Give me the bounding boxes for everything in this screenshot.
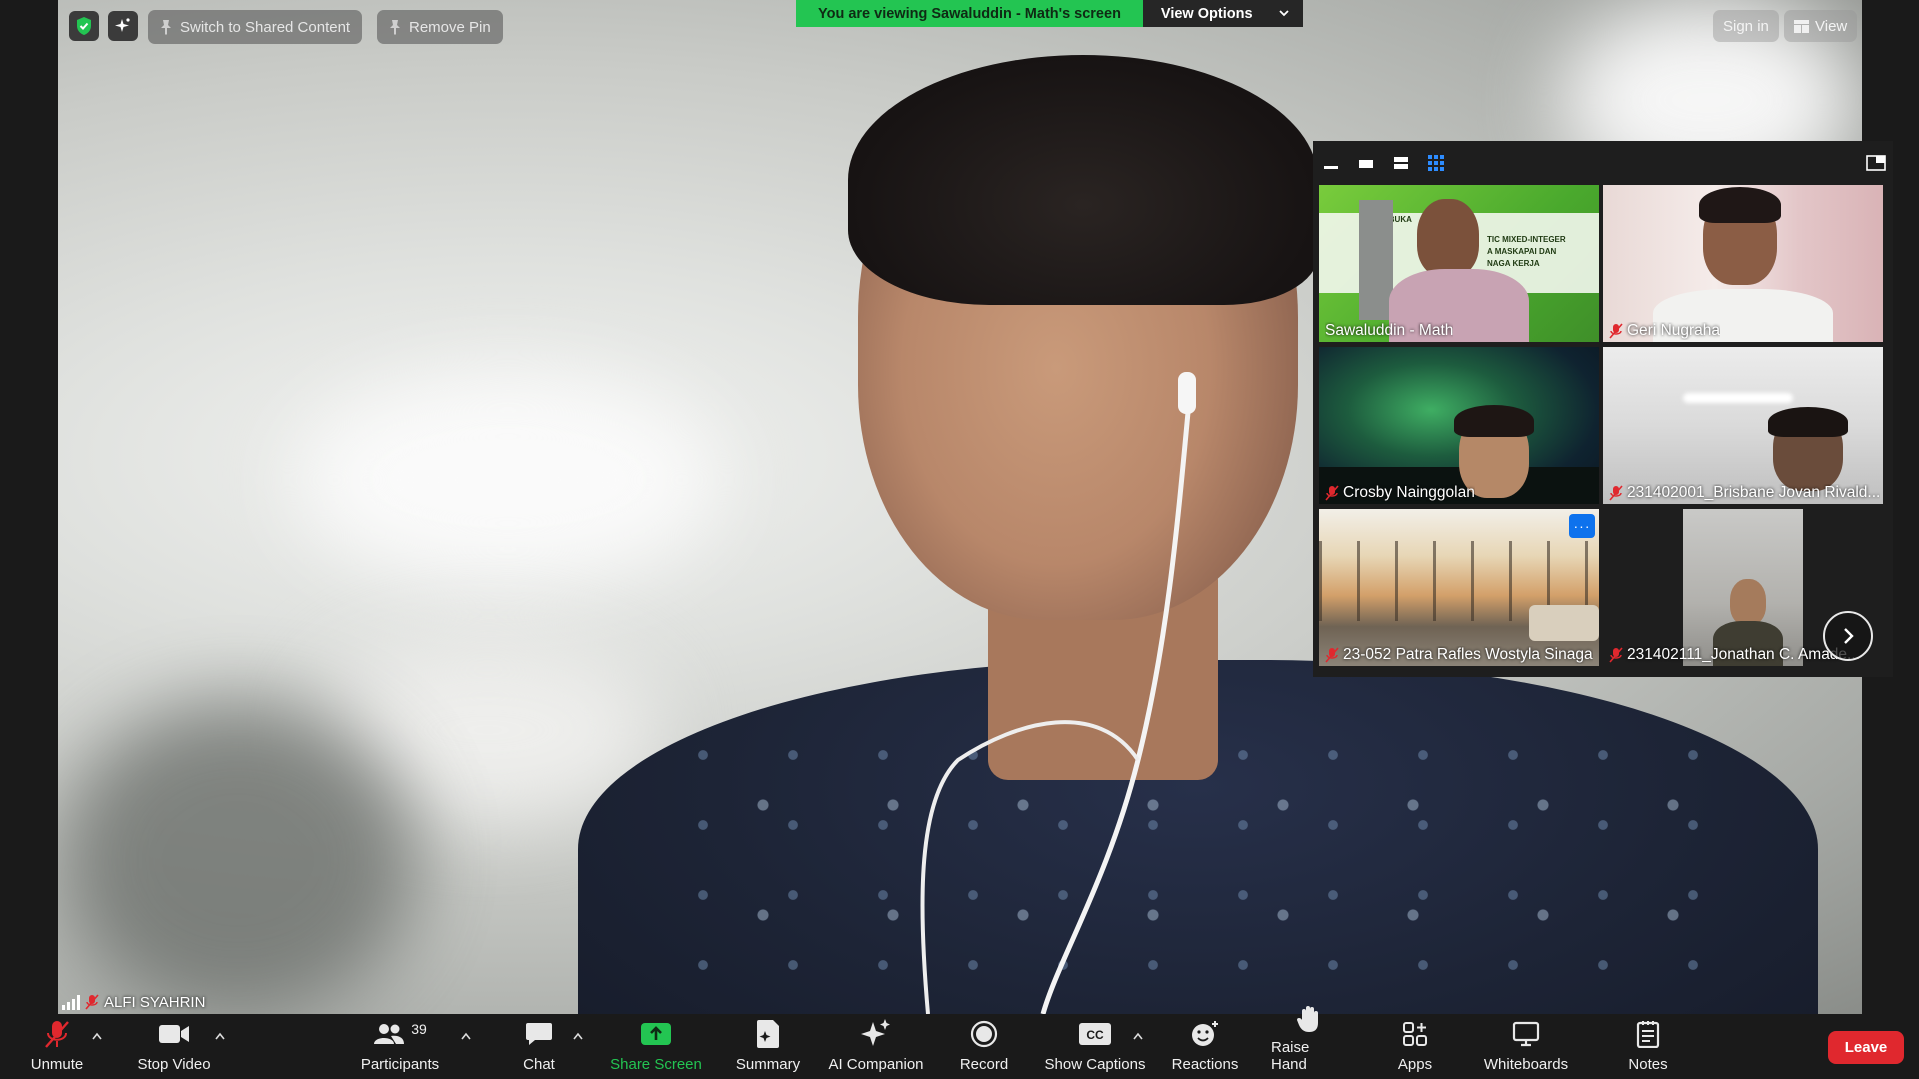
gallery-tile[interactable]: 231402111_Jonathan C. Amade... <box>1603 509 1883 666</box>
participant-name: 23-052 Patra Rafles Wostyla Sinaga <box>1343 646 1593 663</box>
camera-icon <box>159 1025 189 1043</box>
slide-text: NAGA KERJA <box>1487 259 1540 268</box>
speaker-strip-button[interactable] <box>1357 153 1375 173</box>
whiteboards-button[interactable]: Whiteboards <box>1478 1014 1574 1079</box>
show-captions-button[interactable]: CC Show Captions <box>1043 1014 1147 1079</box>
captions-options-caret[interactable] <box>1132 1031 1144 1041</box>
participants-count: 39 <box>411 1021 427 1037</box>
minimize-gallery-button[interactable] <box>1322 153 1340 173</box>
apps-button[interactable]: Apps <box>1393 1014 1437 1079</box>
slide-text: A MASKAPAI DAN <box>1487 247 1557 256</box>
main-participant-nametag: ALFI SYAHRIN <box>62 992 205 1012</box>
gallery-tile[interactable]: 231402001_Brisbane Jovan Rivald... <box>1603 347 1883 504</box>
share-screen-button[interactable]: Share Screen <box>608 1014 704 1079</box>
raise-hand-button[interactable]: Raise Hand <box>1271 1006 1347 1079</box>
svg-text:CC: CC <box>1086 1028 1104 1042</box>
ai-sparkle-button[interactable] <box>108 11 138 41</box>
remove-pin-button[interactable]: Remove Pin <box>377 10 503 44</box>
cc-icon: CC <box>1079 1023 1111 1045</box>
notes-button[interactable]: Notes <box>1625 1014 1671 1079</box>
participants-options-caret[interactable] <box>460 1031 472 1041</box>
slide-text: TIC MIXED-INTEGER <box>1487 235 1566 244</box>
record-button[interactable]: Record <box>954 1014 1014 1079</box>
single-tile-icon <box>1359 160 1373 168</box>
switch-to-shared-content-button[interactable]: Switch to Shared Content <box>148 10 363 44</box>
mic-muted-icon <box>45 1021 69 1048</box>
participant-name: ALFI SYAHRIN <box>104 993 206 1011</box>
chat-options-caret[interactable] <box>572 1031 584 1041</box>
notes-icon <box>1636 1021 1660 1048</box>
popout-icon <box>1866 155 1886 171</box>
signal-icon <box>62 994 80 1010</box>
mic-muted-icon <box>1325 647 1339 663</box>
participant-name: Sawaluddin - Math <box>1325 322 1454 339</box>
shield-icon <box>77 17 91 35</box>
chat-icon <box>526 1023 552 1045</box>
grid-icon <box>1427 154 1444 171</box>
next-arrow-icon <box>1844 628 1854 644</box>
gallery-tile[interactable]: Geri Nugraha <box>1603 185 1883 342</box>
viewing-screen-text: You are viewing Sawaluddin - Math's scre… <box>796 0 1143 27</box>
minimize-icon <box>1324 166 1338 169</box>
audio-options-caret[interactable] <box>91 1031 103 1041</box>
gallery-tile[interactable]: AN TERBUKA TIC MIXED-INTEGER A MASKAPAI … <box>1319 185 1599 342</box>
whiteboard-icon <box>1512 1021 1540 1047</box>
view-button[interactable]: View <box>1784 10 1858 42</box>
mic-muted-icon <box>1609 485 1623 501</box>
people-icon <box>374 1024 405 1044</box>
ai-sparkle-icon <box>861 1019 890 1046</box>
hand-icon <box>1297 1006 1318 1032</box>
share-arrow-icon <box>641 1023 671 1045</box>
stacked-tiles-icon <box>1394 157 1408 169</box>
pin-icon <box>390 20 400 35</box>
pin-icon <box>161 20 171 35</box>
record-icon <box>970 1020 998 1048</box>
apps-icon <box>1403 1022 1427 1046</box>
pop-out-gallery-button[interactable] <box>1865 153 1887 173</box>
gallery-tile[interactable]: ··· 23-052 Patra Rafles Wostyla Sinaga <box>1319 509 1599 666</box>
sparkle-icon <box>115 18 130 32</box>
emoji-icon <box>1192 1021 1218 1046</box>
participant-name: Geri Nugraha <box>1627 322 1721 339</box>
grid-gallery-button[interactable] <box>1427 153 1445 173</box>
gallery-next-button[interactable] <box>1823 611 1873 661</box>
stop-video-button[interactable]: Stop Video <box>134 1014 214 1079</box>
mic-muted-icon <box>1325 485 1339 501</box>
security-shield-button[interactable] <box>69 11 99 41</box>
chevron-down-icon <box>1278 10 1289 17</box>
meeting-toolbar: Unmute Stop Video 39 Participants Chat S… <box>0 1006 1919 1079</box>
mic-muted-icon <box>85 994 99 1010</box>
participant-name: Crosby Nainggolan <box>1343 484 1475 501</box>
view-options-button[interactable]: View Options <box>1142 0 1303 27</box>
ai-companion-button[interactable]: AI Companion <box>826 1014 926 1079</box>
unmute-button[interactable]: Unmute <box>24 1014 90 1079</box>
two-tile-button[interactable] <box>1392 153 1410 173</box>
participant-name: 231402111_Jonathan C. Amade... <box>1627 646 1860 663</box>
leave-button[interactable]: Leave <box>1828 1031 1904 1064</box>
participant-name: 231402001_Brisbane Jovan Rivald... <box>1627 484 1881 501</box>
share-banner: You are viewing Sawaluddin - Math's scre… <box>796 0 1303 27</box>
summary-button[interactable]: Summary <box>729 1014 807 1079</box>
sign-in-button[interactable]: Sign in <box>1713 10 1779 42</box>
video-options-caret[interactable] <box>214 1031 226 1041</box>
more-icon: ··· <box>1573 518 1591 534</box>
reactions-button[interactable]: Reactions <box>1170 1014 1240 1079</box>
chat-button[interactable]: Chat <box>517 1014 561 1079</box>
participants-button[interactable]: 39 Participants <box>355 1014 445 1079</box>
tile-more-button[interactable]: ··· <box>1569 514 1595 538</box>
gallery-tile[interactable]: Crosby Nainggolan <box>1319 347 1599 504</box>
grid-view-icon <box>1794 19 1809 33</box>
mic-muted-icon <box>1609 647 1623 663</box>
gallery-toolbar <box>1313 141 1893 185</box>
summary-icon <box>757 1020 779 1048</box>
gallery-panel: AN TERBUKA TIC MIXED-INTEGER A MASKAPAI … <box>1313 141 1893 677</box>
mic-muted-icon <box>1609 323 1623 339</box>
